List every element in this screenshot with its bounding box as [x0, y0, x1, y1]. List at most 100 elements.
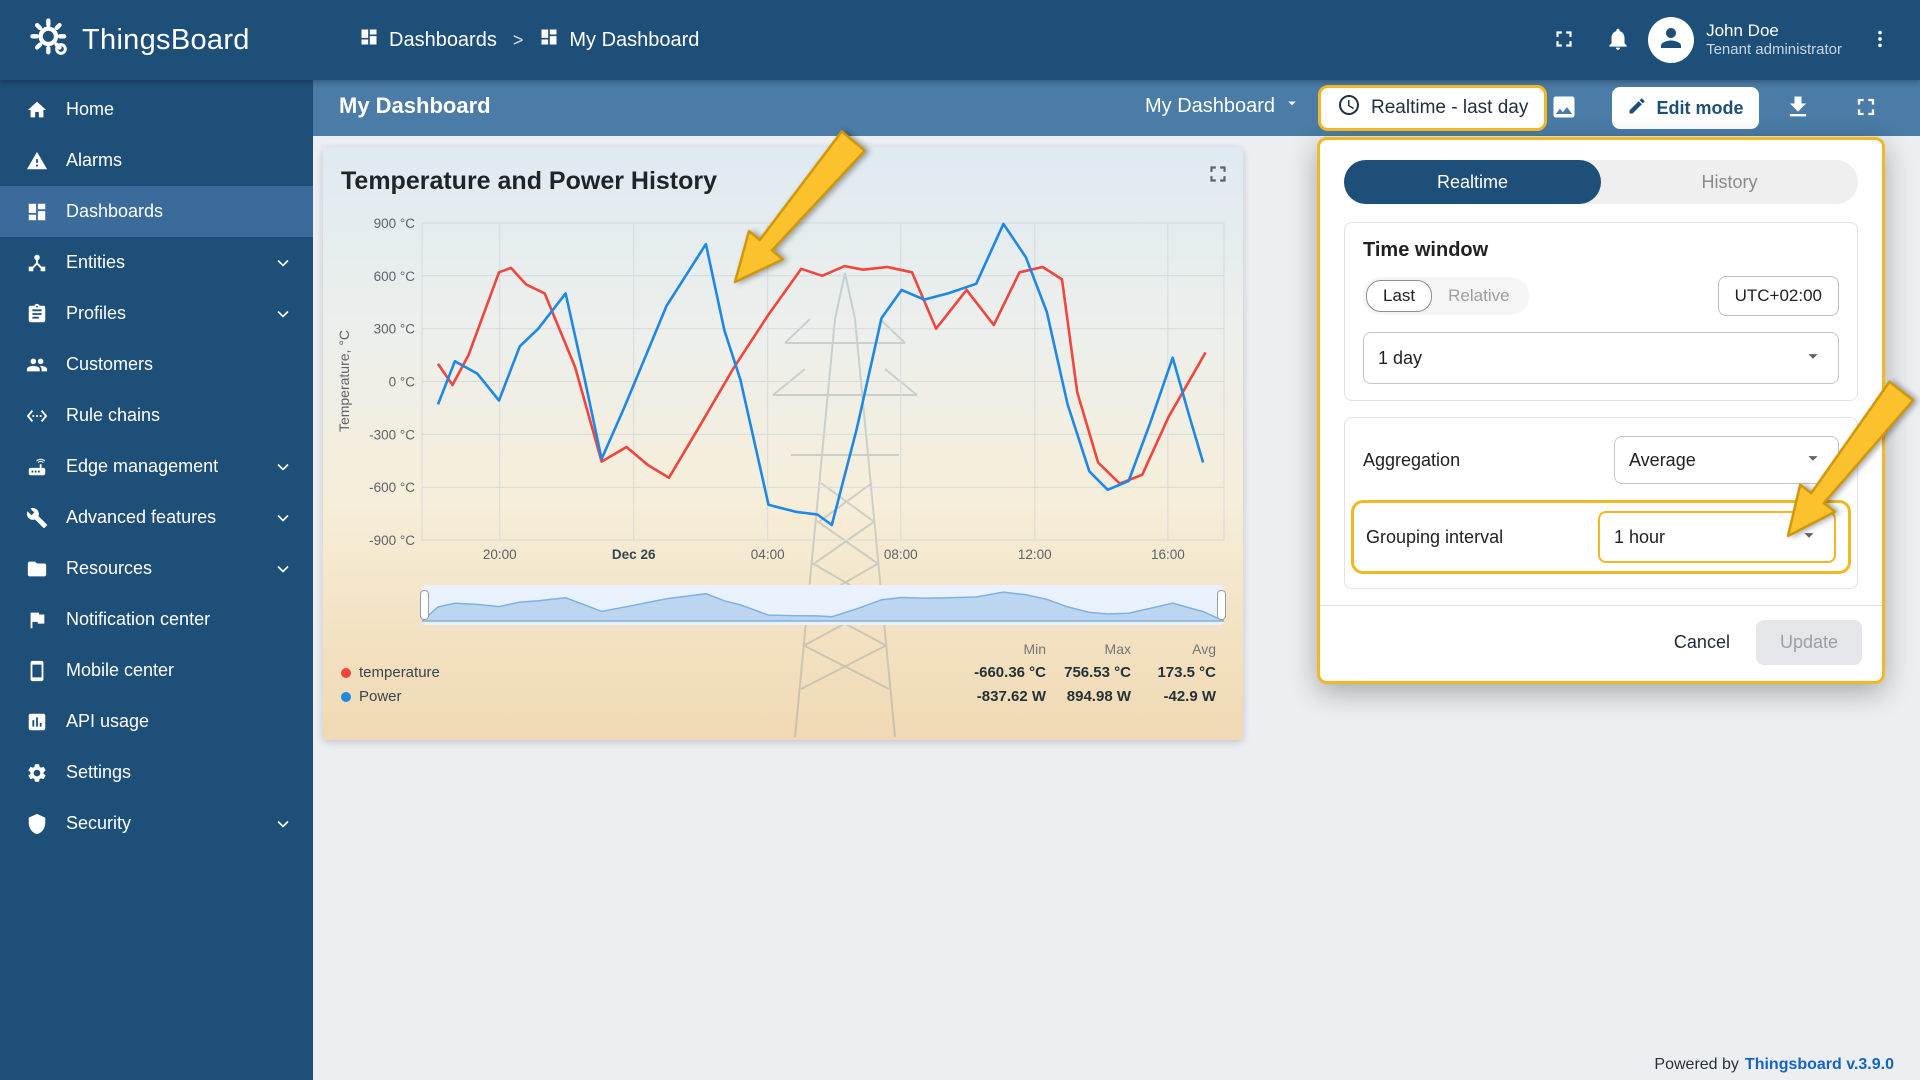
- sidebar-item-rule-chains[interactable]: Rule chains: [0, 390, 313, 441]
- timezone-button[interactable]: UTC+02:00: [1718, 276, 1839, 316]
- chart-icon: [26, 711, 48, 733]
- toolbar-fullscreen-button[interactable]: [1852, 93, 1880, 124]
- update-button[interactable]: Update: [1756, 620, 1862, 665]
- chevron-down-icon: [1283, 94, 1301, 118]
- edit-mode-button[interactable]: Edit mode: [1612, 87, 1759, 129]
- legend-item-power[interactable]: Power: [341, 688, 961, 705]
- tab-history[interactable]: History: [1601, 160, 1858, 204]
- sidebar-item-profiles[interactable]: Profiles: [0, 288, 313, 339]
- cancel-button[interactable]: Cancel: [1658, 622, 1746, 663]
- dashboards-icon: [359, 27, 379, 53]
- breadcrumb-current[interactable]: My Dashboard: [539, 27, 699, 53]
- more-menu-button[interactable]: [1856, 16, 1904, 64]
- topbar: ThingsBoard Dashboards > My Dashboard: [0, 0, 1920, 80]
- toggle-relative[interactable]: Relative: [1432, 281, 1525, 311]
- home-icon: [26, 99, 48, 121]
- window-interval-select[interactable]: 1 day: [1363, 332, 1839, 384]
- widget-title: Temperature and Power History: [341, 167, 717, 196]
- entities-icon: [26, 252, 48, 274]
- image-icon: [1550, 93, 1578, 124]
- sidebar-item-security[interactable]: Security: [0, 798, 313, 849]
- legend-item-temperature[interactable]: temperature: [341, 664, 961, 681]
- notifications-button[interactable]: [1594, 16, 1642, 64]
- chevron-down-icon: [273, 559, 293, 579]
- avatar[interactable]: [1648, 17, 1694, 63]
- breadcrumb-separator: >: [513, 30, 524, 51]
- popup-footer: Cancel Update: [1320, 605, 1882, 681]
- chevron-down-icon: [1802, 345, 1824, 372]
- power-avg: -42.9 W: [1131, 688, 1216, 705]
- mobile-icon: [26, 660, 48, 682]
- fullscreen-icon: [1551, 26, 1577, 55]
- power-max: 894.98 W: [1046, 688, 1131, 705]
- chart-widget: Temperature and Power History 900 °C 600…: [323, 147, 1243, 740]
- time-window-heading: Time window: [1363, 239, 1839, 262]
- advanced-features-icon: [26, 507, 48, 529]
- sidebar-item-advanced-features[interactable]: Advanced features: [0, 492, 313, 543]
- y-tick: 600 °C: [374, 269, 416, 284]
- widget-fullscreen-button[interactable]: [1205, 161, 1231, 190]
- user-role: Tenant administrator: [1706, 41, 1842, 60]
- sidebar-item-api-usage[interactable]: API usage: [0, 696, 313, 747]
- dashboards-icon: [26, 201, 48, 223]
- chevron-down-icon: [273, 457, 293, 477]
- sidebar-item-alarms[interactable]: Alarms: [0, 135, 313, 186]
- resources-icon: [26, 558, 48, 580]
- scrubber-right-handle[interactable]: [1217, 590, 1226, 620]
- thingsboard-version-link[interactable]: Thingsboard v.3.9.0: [1745, 1056, 1894, 1073]
- x-tick: 08:00: [884, 547, 918, 562]
- sidebar-item-mobile-center[interactable]: Mobile center: [0, 645, 313, 696]
- sidebar: Home Alarms Dashboards Entities Profiles…: [0, 80, 313, 1080]
- temperature-avg: 173.5 °C: [1131, 664, 1216, 681]
- sidebar-item-notification-center[interactable]: Notification center: [0, 594, 313, 645]
- chevron-down-icon: [273, 814, 293, 834]
- timewindow-popup: Realtime History Time window Last Relati…: [1317, 137, 1885, 684]
- profiles-icon: [26, 303, 48, 325]
- download-button[interactable]: [1784, 93, 1812, 124]
- clock-icon: [1337, 93, 1361, 123]
- y-tick: 300 °C: [374, 322, 416, 337]
- customers-icon: [26, 354, 48, 376]
- dashboard-select[interactable]: My Dashboard: [1145, 94, 1301, 118]
- alarm-icon: [26, 150, 48, 172]
- background-image-button[interactable]: [1550, 93, 1578, 124]
- fullscreen-button[interactable]: [1540, 16, 1588, 64]
- x-tick: 16:00: [1151, 547, 1185, 562]
- logo-gear-icon: [30, 18, 70, 63]
- toggle-last[interactable]: Last: [1366, 280, 1432, 312]
- grouping-interval-select[interactable]: 1 hour: [1598, 511, 1836, 563]
- app-logo[interactable]: ThingsBoard: [0, 18, 313, 63]
- topbar-actions: John Doe Tenant administrator: [1540, 16, 1920, 64]
- legend-header-avg: Avg: [1131, 641, 1216, 657]
- sidebar-item-home[interactable]: Home: [0, 84, 313, 135]
- edge-icon: [26, 456, 48, 478]
- tab-realtime[interactable]: Realtime: [1344, 160, 1601, 204]
- chart-legend: Min Max Avg temperature -660.36 °C 756.5…: [341, 641, 1216, 705]
- shield-icon: [26, 813, 48, 835]
- timewindow-button[interactable]: Realtime - last day: [1318, 85, 1547, 131]
- breadcrumb-dashboards[interactable]: Dashboards: [359, 27, 497, 53]
- time-range-scrubber[interactable]: [422, 585, 1224, 625]
- line-chart: 900 °C 600 °C 300 °C 0 °C -300 °C -600 °…: [323, 207, 1243, 567]
- sidebar-item-settings[interactable]: Settings: [0, 747, 313, 798]
- aggregation-label: Aggregation: [1363, 450, 1460, 471]
- fullscreen-icon: [1852, 93, 1880, 124]
- x-tick: Dec 26: [612, 547, 656, 562]
- user-meta: John Doe Tenant administrator: [1706, 20, 1842, 60]
- kebab-icon: [1869, 28, 1891, 53]
- legend-header-max: Max: [1046, 641, 1131, 657]
- aggregation-group: Aggregation Average Grouping interval 1 …: [1344, 417, 1858, 589]
- scrubber-left-handle[interactable]: [420, 590, 429, 620]
- chevron-down-icon: [1802, 447, 1824, 474]
- sidebar-item-edge-management[interactable]: Edge management: [0, 441, 313, 492]
- sidebar-item-resources[interactable]: Resources: [0, 543, 313, 594]
- pencil-icon: [1627, 96, 1647, 121]
- sidebar-item-customers[interactable]: Customers: [0, 339, 313, 390]
- sidebar-item-entities[interactable]: Entities: [0, 237, 313, 288]
- scrubber-wave: [422, 585, 1224, 625]
- series-color-dot: [341, 668, 351, 678]
- aggregation-select[interactable]: Average: [1614, 436, 1839, 484]
- y-tick: -300 °C: [369, 427, 415, 442]
- sidebar-item-dashboards[interactable]: Dashboards: [0, 186, 313, 237]
- timewindow-tabs: Realtime History: [1344, 160, 1858, 204]
